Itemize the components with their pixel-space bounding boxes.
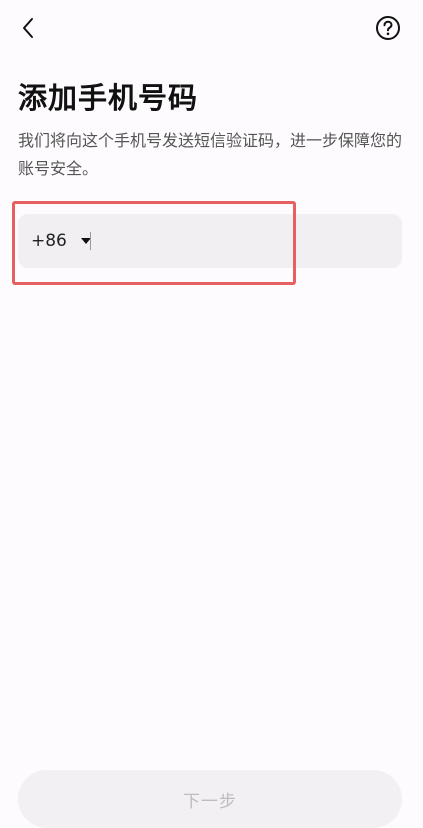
chevron-left-icon [23,18,33,38]
help-button[interactable] [375,15,401,41]
phone-number-field: +86 [18,214,402,270]
text-cursor [90,232,91,250]
phone-number-input[interactable] [100,214,394,270]
page-subtitle: 我们将向这个手机号发送短信验证码，进一步保障您的账号安全。 [18,131,403,178]
page-title: 添加手机号码 [18,81,199,115]
country-code-selector[interactable]: +86 [31,214,91,268]
question-circle-icon [376,16,400,40]
next-step-button[interactable]: 下一步 [18,770,402,828]
back-button[interactable] [14,14,42,42]
country-code-label: +86 [31,231,67,251]
